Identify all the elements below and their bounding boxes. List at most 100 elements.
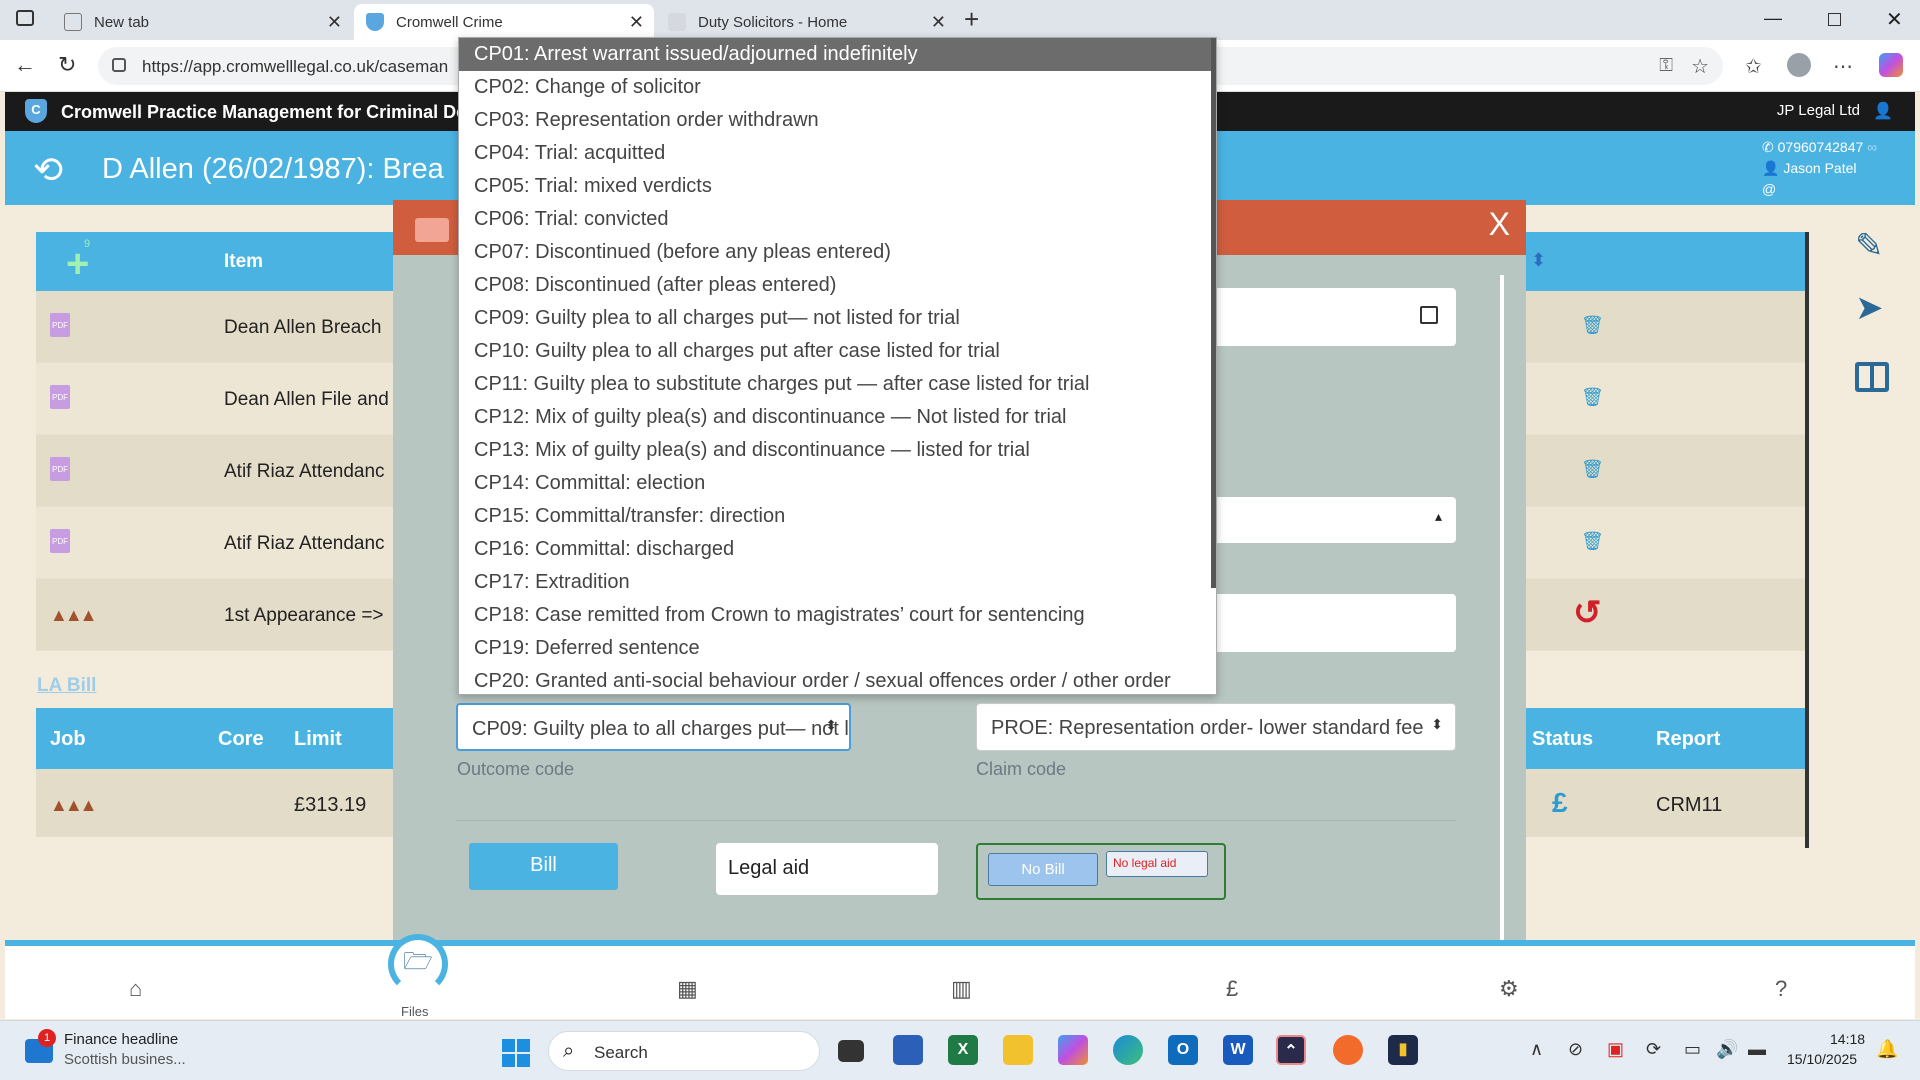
calendar-icon[interactable]: ▦ (677, 976, 698, 1002)
copilot-app-icon[interactable] (1058, 1035, 1088, 1065)
undo-icon[interactable]: ↺ (1573, 593, 1602, 633)
settings-gear-icon[interactable]: ⚙ (1499, 976, 1519, 1002)
no-legal-aid-button[interactable]: No legal aid (1106, 851, 1208, 877)
files-icon[interactable]: 🗁 (388, 934, 448, 994)
tray-chevron-icon[interactable]: ∧ (1530, 1039, 1543, 1060)
user-icon[interactable]: 👤 (1873, 101, 1893, 121)
back-icon[interactable]: ← (14, 52, 36, 78)
tab-new-tab[interactable]: New tab ✕ (52, 4, 352, 40)
close-tab-icon[interactable]: ✕ (931, 12, 946, 33)
file-explorer-icon[interactable] (1003, 1035, 1033, 1065)
clock-time[interactable]: 14:18 (1830, 1031, 1865, 1047)
sort-icon[interactable]: ⬍ (1531, 250, 1546, 271)
site-info-icon[interactable] (112, 58, 126, 72)
dropdown-option[interactable]: CP11: Guilty plea to substitute charges … (459, 368, 1216, 401)
home-icon[interactable]: ⌂ (129, 976, 142, 1002)
edge-icon[interactable] (1113, 1035, 1143, 1065)
dropdown-option[interactable]: CP04: Trial: acquitted (459, 137, 1216, 170)
phone-number[interactable]: 07960742847 (1778, 139, 1864, 155)
notifications-icon[interactable]: 🔔 (1876, 1039, 1898, 1060)
profile-avatar-icon[interactable] (1787, 53, 1811, 77)
la-bill-link[interactable]: LA Bill (37, 675, 96, 697)
dropdown-option[interactable]: CP06: Trial: convicted (459, 203, 1216, 236)
item-title[interactable]: 1st Appearance => (224, 605, 384, 627)
windows-start-icon[interactable] (502, 1039, 530, 1067)
claim-code-select[interactable]: PROE: Representation order- lower standa… (976, 703, 1456, 751)
item-title[interactable]: Dean Allen Breach (224, 317, 381, 339)
clock-date[interactable]: 15/10/2025 (1787, 1051, 1857, 1067)
send-icon[interactable]: ➤ (1855, 288, 1884, 328)
text-field[interactable] (1193, 594, 1456, 652)
link-icon[interactable]: ∞ (1863, 139, 1877, 155)
network-off-icon[interactable]: ⊘ (1568, 1039, 1583, 1060)
battery-icon[interactable]: ▬ (1748, 1039, 1766, 1060)
files-label[interactable]: Files (401, 1004, 428, 1019)
dropdown-option[interactable]: CP20: Granted anti-social behaviour orde… (459, 665, 1216, 694)
pound-icon[interactable]: £ (1226, 976, 1238, 1002)
calendar-icon[interactable] (1420, 306, 1438, 324)
power-bi-icon[interactable]: ▮ (1388, 1035, 1418, 1065)
no-bill-button[interactable]: No Bill (988, 853, 1098, 886)
dropdown-option[interactable]: CP10: Guilty plea to all charges put aft… (459, 335, 1216, 368)
news-headline[interactable]: Finance headline (64, 1031, 178, 1048)
chart-icon[interactable]: ▥ (951, 976, 972, 1002)
gift-icon[interactable]: ▣ (1607, 1039, 1624, 1060)
dropdown-option[interactable]: CP17: Extradition (459, 566, 1216, 599)
firefox-icon[interactable] (1333, 1035, 1363, 1065)
restore-icon[interactable] (1828, 13, 1841, 26)
help-icon[interactable]: ? (1775, 976, 1787, 1002)
dropdown-option[interactable]: CP05: Trial: mixed verdicts (459, 170, 1216, 203)
close-window-icon[interactable]: ✕ (1886, 7, 1903, 32)
date-field[interactable] (1193, 288, 1456, 346)
new-tab-button[interactable]: + (964, 4, 979, 35)
trash-icon[interactable]: 🗑 (1581, 315, 1604, 336)
history-icon[interactable]: ⟲ (33, 149, 63, 191)
tab-cromwell-crime[interactable]: Cromwell Crime ✕ (354, 4, 654, 40)
email-icon[interactable]: @ (1762, 181, 1776, 197)
close-tab-icon[interactable]: ✕ (629, 12, 644, 33)
dropdown-option[interactable]: CP18: Case remitted from Crown to magist… (459, 599, 1216, 632)
pound-status-icon[interactable]: £ (1552, 787, 1568, 819)
dropdown-scrollbar[interactable] (1211, 38, 1216, 588)
trash-icon[interactable]: 🗑 (1581, 387, 1604, 408)
column-header-item[interactable]: Item (224, 251, 263, 273)
dropdown-option[interactable]: CP12: Mix of guilty plea(s) and disconti… (459, 401, 1216, 434)
dropdown-option[interactable]: CP01: Arrest warrant issued/adjourned in… (459, 38, 1216, 71)
close-tab-icon[interactable]: ✕ (327, 12, 342, 33)
sync-icon[interactable]: ⟳ (1646, 1039, 1661, 1060)
volume-icon[interactable]: 🔊 (1716, 1039, 1738, 1060)
trash-icon[interactable]: 🗑 (1581, 459, 1604, 480)
news-subtitle[interactable]: Scottish busines... (64, 1051, 186, 1068)
more-options-icon[interactable]: ⋯ (1833, 54, 1853, 79)
copilot-icon[interactable] (1879, 53, 1903, 77)
store-icon[interactable] (893, 1035, 923, 1065)
company-name[interactable]: JP Legal Ltd (1777, 102, 1860, 119)
dropdown-option[interactable]: CP14: Committal: election (459, 467, 1216, 500)
task-view-icon[interactable] (838, 1040, 864, 1062)
excel-icon[interactable]: X (948, 1035, 978, 1065)
legal-aid-field[interactable]: Legal aid (716, 843, 938, 895)
trash-icon[interactable]: 🗑 (1581, 531, 1604, 552)
favorites-icon[interactable]: ✩ (1745, 54, 1762, 79)
dropdown-option[interactable]: CP16: Committal: discharged (459, 533, 1216, 566)
dropdown-option[interactable]: CP08: Discontinued (after pleas entered) (459, 269, 1216, 302)
dropdown-option[interactable]: CP19: Deferred sentence (459, 632, 1216, 665)
item-title[interactable]: Atif Riaz Attendanc (224, 461, 385, 483)
edit-icon[interactable]: ✎ (1855, 226, 1884, 266)
outcome-code-select[interactable]: CP09: Guilty plea to all charges put— no… (456, 703, 851, 751)
taskbar-search[interactable]: ⌕ Search (548, 1031, 820, 1071)
dropdown-option[interactable]: CP15: Committal/transfer: direction (459, 500, 1216, 533)
modal-scrollbar[interactable] (1500, 275, 1504, 940)
display-icon[interactable]: ▭ (1684, 1039, 1701, 1060)
item-title[interactable]: Dean Allen File and (224, 389, 389, 411)
dropdown-option[interactable]: CP03: Representation order withdrawn (459, 104, 1216, 137)
columns-icon[interactable] (1855, 362, 1889, 392)
word-icon[interactable]: W (1223, 1035, 1253, 1065)
tab-actions-icon[interactable] (16, 10, 34, 26)
favorite-star-icon[interactable]: ☆ (1691, 54, 1709, 79)
dropdown-option[interactable]: CP09: Guilty plea to all charges put— no… (459, 302, 1216, 335)
dropdown-option[interactable]: CP02: Change of solicitor (459, 71, 1216, 104)
dropdown-option[interactable]: CP07: Discontinued (before any pleas ent… (459, 236, 1216, 269)
item-title[interactable]: Atif Riaz Attendanc (224, 533, 385, 555)
password-key-icon[interactable]: ⚿ (1659, 55, 1673, 76)
